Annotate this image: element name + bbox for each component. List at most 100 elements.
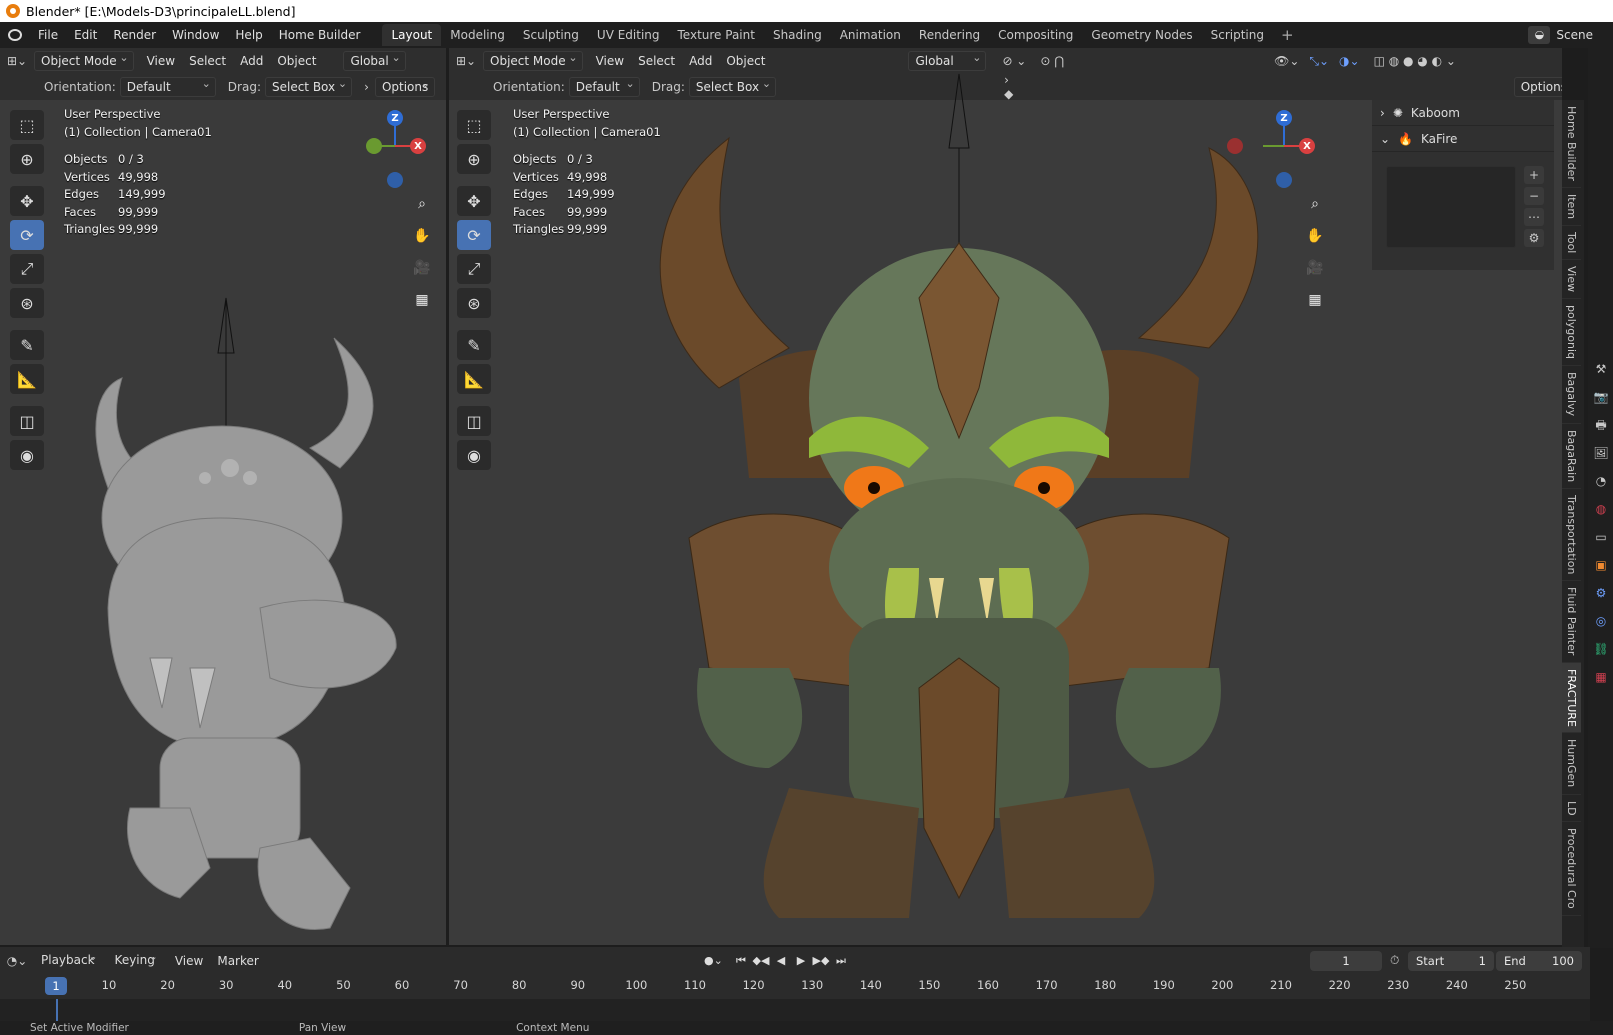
measure-tool-icon[interactable]: 📐 bbox=[457, 364, 491, 394]
annotate-tool-icon[interactable]: ✎ bbox=[10, 330, 44, 360]
tab-shading[interactable]: Shading bbox=[764, 24, 831, 46]
left-menu-object[interactable]: Object bbox=[270, 54, 323, 68]
end-frame-field[interactable]: End 100 bbox=[1496, 951, 1582, 971]
right-mode-dropdown[interactable]: Object Mode bbox=[483, 49, 583, 71]
tab-texture-paint[interactable]: Texture Paint bbox=[669, 24, 764, 46]
sidebar-tab-bagalvy[interactable]: Bagalvy bbox=[1562, 366, 1581, 424]
zoom-icon[interactable]: ⌕ bbox=[410, 192, 434, 216]
extra-tool-icon[interactable]: ◉ bbox=[10, 440, 44, 470]
ortho-grid-icon[interactable]: ▦ bbox=[410, 288, 434, 312]
right-orientation-dropdown[interactable]: Default bbox=[568, 75, 640, 97]
scene-props-icon[interactable]: ◔ bbox=[1590, 470, 1612, 492]
gizmo-z-icon[interactable]: Z bbox=[387, 110, 403, 126]
sidebar-tab-transportation[interactable]: Transportation bbox=[1562, 489, 1581, 582]
sidebar-tab-home-builder[interactable]: Home Builder bbox=[1562, 100, 1581, 188]
jump-start-icon[interactable]: ⏮ bbox=[732, 951, 750, 971]
menu-render[interactable]: Render bbox=[105, 22, 164, 48]
right-drag-dropdown[interactable]: Select Box bbox=[688, 75, 777, 97]
tab-layout[interactable]: Layout bbox=[382, 24, 442, 46]
proportional-icon[interactable]: ⊙ ⋂ bbox=[1040, 54, 1064, 68]
measure-tool-icon[interactable]: 📐 bbox=[10, 364, 44, 394]
add-workspace-icon[interactable]: + bbox=[1273, 26, 1302, 44]
left-mode-dropdown[interactable]: Object Mode bbox=[34, 49, 134, 71]
left-menu-view[interactable]: View bbox=[140, 54, 182, 68]
extra-tool-icon[interactable]: ◉ bbox=[457, 440, 491, 470]
add-cube-tool-icon[interactable]: ◫ bbox=[457, 406, 491, 436]
keying-menu[interactable]: Keying bbox=[108, 948, 162, 971]
start-frame-field[interactable]: Start 1 bbox=[1408, 951, 1494, 971]
gizmo-toggle-icon[interactable]: ⤡⌄ bbox=[1309, 54, 1329, 69]
scale-tool-icon[interactable]: ⤢ bbox=[10, 254, 44, 284]
tab-scripting[interactable]: Scripting bbox=[1202, 24, 1273, 46]
cursor-tool-icon[interactable]: ⊕ bbox=[457, 144, 491, 174]
record-icon[interactable]: ●⌄ bbox=[704, 951, 723, 971]
play-icon[interactable]: ▶ bbox=[792, 951, 810, 971]
panel-kafire[interactable]: ⌄ 🔥 KaFire bbox=[1372, 126, 1554, 152]
kafire-list[interactable] bbox=[1386, 166, 1516, 248]
select-box-tool-icon[interactable]: ⬚ bbox=[457, 110, 491, 140]
gizmo-x-icon[interactable]: X bbox=[1299, 138, 1315, 154]
current-frame-field[interactable]: 1 bbox=[1310, 951, 1382, 971]
camera-view-icon[interactable]: 🎥 bbox=[410, 256, 434, 280]
right-menu-select[interactable]: Select bbox=[631, 54, 682, 68]
annotate-tool-icon[interactable]: ✎ bbox=[457, 330, 491, 360]
pan-hand-icon[interactable]: ✋ bbox=[1303, 224, 1327, 248]
left-menu-select[interactable]: Select bbox=[182, 54, 233, 68]
menu-help[interactable]: Help bbox=[227, 22, 270, 48]
gizmo-y-neg-icon[interactable] bbox=[366, 138, 382, 154]
visibility-icon[interactable]: 👁⌄ bbox=[1274, 54, 1299, 68]
right-options-button[interactable]: Options bbox=[1513, 77, 1562, 97]
gizmo-z-icon[interactable]: Z bbox=[1276, 110, 1292, 126]
rotate-tool-icon[interactable]: ⟳ bbox=[457, 220, 491, 250]
ortho-grid-icon[interactable]: ▦ bbox=[1303, 288, 1327, 312]
zoom-icon[interactable]: ⌕ bbox=[1303, 192, 1327, 216]
left-navigation-gizmo[interactable]: Z X bbox=[358, 108, 438, 198]
right-menu-view[interactable]: View bbox=[589, 54, 631, 68]
prev-keyframe-icon[interactable]: ◆◀ bbox=[752, 951, 770, 971]
sidebar-tab-ld[interactable]: LD bbox=[1562, 795, 1581, 823]
left-menu-add[interactable]: Add bbox=[233, 54, 270, 68]
expand-icon[interactable]: › ◆ bbox=[1004, 73, 1016, 101]
sidebar-tab-fracture[interactable]: FRACTURE bbox=[1562, 662, 1581, 734]
right-transform-dropdown[interactable]: Global bbox=[908, 49, 987, 71]
menu-window[interactable]: Window bbox=[164, 22, 227, 48]
sidebar-tab-view[interactable]: View bbox=[1562, 260, 1581, 300]
sidebar-tab-bagarain[interactable]: BagaRain bbox=[1562, 424, 1581, 489]
tab-uv-editing[interactable]: UV Editing bbox=[588, 24, 669, 46]
play-reverse-icon[interactable]: ◀ bbox=[772, 951, 790, 971]
timeline-editor-icon[interactable]: ◔⌄ bbox=[0, 951, 34, 971]
render-props-icon[interactable]: 📷 bbox=[1590, 386, 1612, 408]
gizmo-x-neg-icon[interactable] bbox=[1227, 138, 1243, 154]
scale-tool-icon[interactable]: ⤢ bbox=[457, 254, 491, 284]
playback-menu[interactable]: Playback bbox=[34, 948, 102, 971]
menu-edit[interactable]: Edit bbox=[66, 22, 105, 48]
sidebar-tab-polygoniq[interactable]: polygoniq bbox=[1562, 299, 1581, 367]
expand-icon[interactable]: › bbox=[364, 80, 369, 94]
add-cube-tool-icon[interactable]: ◫ bbox=[10, 406, 44, 436]
sidebar-tab-fluid-painter[interactable]: Fluid Painter bbox=[1562, 581, 1581, 663]
left-orientation-dropdown[interactable]: Default bbox=[119, 75, 216, 97]
jump-end-icon[interactable]: ⏭ bbox=[832, 951, 850, 971]
right-menu-object[interactable]: Object bbox=[719, 54, 772, 68]
timeline-ruler[interactable]: 1 10 20 30 40 50 60 70 80 90 100 110 120 130 140 150 160… bbox=[0, 975, 1590, 999]
move-tool-icon[interactable]: ✥ bbox=[457, 186, 491, 216]
tab-modeling[interactable]: Modeling bbox=[441, 24, 514, 46]
gizmo-x-icon[interactable]: X bbox=[410, 138, 426, 154]
timeline-view-menu[interactable]: View bbox=[168, 954, 210, 968]
gizmo-y-icon[interactable] bbox=[1276, 172, 1292, 188]
stopwatch-icon[interactable]: ⏱ bbox=[1390, 953, 1399, 968]
sidebar-tab-humgen[interactable]: HumGen bbox=[1562, 733, 1581, 795]
left-options-button[interactable]: Options bbox=[374, 75, 436, 97]
gizmo-y-icon[interactable] bbox=[387, 172, 403, 188]
remove-item-button[interactable]: − bbox=[1524, 187, 1544, 205]
camera-view-icon[interactable]: 🎥 bbox=[1303, 256, 1327, 280]
tab-rendering[interactable]: Rendering bbox=[910, 24, 989, 46]
marker-menu[interactable]: Marker bbox=[210, 954, 265, 968]
object-props-icon[interactable]: ▣ bbox=[1590, 554, 1612, 576]
pan-hand-icon[interactable]: ✋ bbox=[410, 224, 434, 248]
output-props-icon[interactable]: 🖶 bbox=[1590, 414, 1612, 436]
scene-selector[interactable]: ◒ Scene bbox=[1528, 22, 1613, 48]
left-transform-dropdown[interactable]: Global bbox=[343, 49, 406, 71]
timeline-track[interactable] bbox=[0, 999, 1590, 1021]
editor-type-icon[interactable]: ⊞⌄ bbox=[0, 51, 34, 71]
